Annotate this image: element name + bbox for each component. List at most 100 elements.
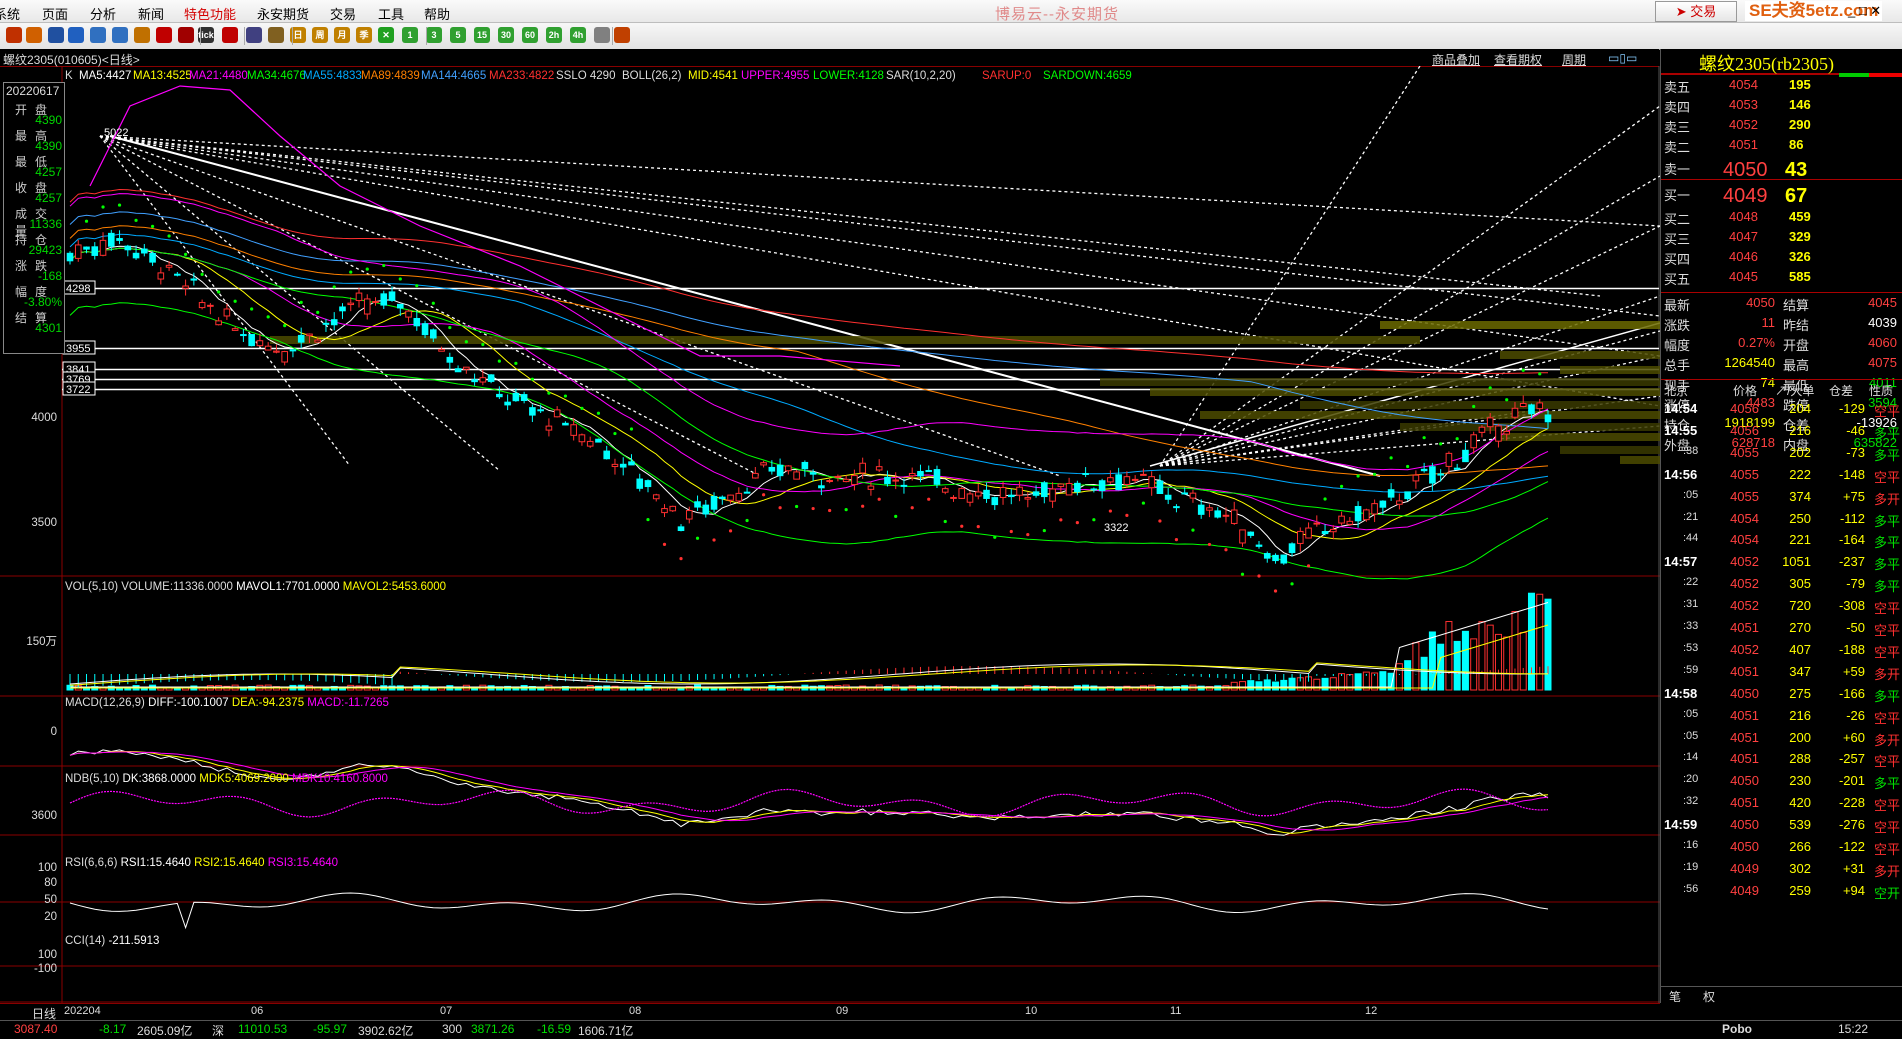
bid-row[interactable]: 买三 4047 329	[1661, 229, 1902, 249]
menu-trade[interactable]: 交易	[330, 4, 356, 23]
tick-row: :32 4051 420 -228 空平	[1661, 795, 1902, 817]
candle-body	[149, 252, 156, 263]
bid-volume: 585	[1789, 269, 1811, 284]
pen-icon[interactable]	[156, 27, 172, 43]
tick-price: 4050	[1730, 773, 1759, 789]
sar-dot	[1059, 518, 1063, 522]
volume-profile-bar	[1560, 366, 1660, 374]
m1-icon[interactable]: 1	[402, 27, 418, 43]
candle-body	[595, 438, 602, 443]
h4-icon[interactable]: 4h	[570, 27, 586, 43]
ask-row[interactable]: 卖三 4052 290	[1661, 117, 1902, 137]
h1-icon[interactable]: 60	[522, 27, 538, 43]
volume-bar	[1230, 681, 1238, 691]
sar-dot	[943, 519, 947, 524]
ask-row[interactable]: 卖五 4054 195	[1661, 77, 1902, 97]
bid-row[interactable]: 买一 4049 67	[1661, 185, 1902, 207]
candle-body	[1173, 506, 1180, 509]
custom-icon[interactable]: ✕	[378, 27, 394, 43]
tick-volume: 275	[1789, 685, 1811, 701]
sar-dot	[844, 508, 848, 512]
stat-value: 0.27%	[1738, 335, 1775, 350]
draw-icon[interactable]	[178, 27, 194, 43]
back-icon[interactable]	[6, 27, 22, 43]
tab-rights[interactable]: 权	[1703, 988, 1715, 1005]
bid-volume: 326	[1789, 249, 1811, 264]
candle-body	[685, 510, 693, 520]
menu-analysis[interactable]: 分析	[90, 4, 116, 23]
lock-icon[interactable]	[594, 27, 610, 43]
menu-system[interactable]: 系统	[0, 4, 20, 23]
zoom-out-icon[interactable]	[112, 27, 128, 43]
price-axis-label: 4000	[31, 412, 57, 424]
table-icon[interactable]	[268, 27, 284, 43]
filter-icon[interactable]	[222, 27, 238, 43]
menu-news[interactable]: 新闻	[138, 4, 164, 23]
status-value: 2605.09亿	[137, 1024, 193, 1038]
ndb-mdk5: MDK5:4069.2000	[199, 773, 289, 785]
trade-button[interactable]: ➤ 交易	[1655, 1, 1737, 22]
time-axis-label: 12	[1365, 1005, 1378, 1017]
m5-icon[interactable]: 5	[450, 27, 466, 43]
month-icon[interactable]: 月	[334, 27, 350, 43]
window-controls[interactable]: _ □ ✕	[1848, 3, 1881, 19]
home-icon[interactable]	[26, 27, 42, 43]
candle-body	[1321, 531, 1329, 535]
sar-dot	[1009, 529, 1013, 534]
tick-volume: 407	[1789, 641, 1811, 657]
stat-label: 开盘	[1783, 338, 1810, 353]
tab-trades[interactable]: 笔	[1669, 988, 1681, 1005]
menu-page[interactable]: 页面	[42, 4, 68, 23]
menu-features[interactable]: 特色功能	[184, 4, 236, 23]
tick-price: 4051	[1730, 663, 1759, 679]
ask-row[interactable]: 卖四 4053 146	[1661, 97, 1902, 117]
season-icon[interactable]: 季	[356, 27, 372, 43]
candle-body	[1536, 402, 1544, 410]
menu-tools[interactable]: 工具	[378, 4, 404, 23]
m15-icon[interactable]: 15	[474, 27, 490, 43]
tick-header-time: 北京	[1664, 384, 1689, 398]
stat-value: 4060	[1868, 335, 1897, 350]
candle-body	[1140, 473, 1147, 476]
candle-body	[628, 461, 635, 466]
macd-label: MACD(12,26,9)	[65, 697, 145, 709]
h2-icon[interactable]: 2h	[546, 27, 562, 43]
bid-row[interactable]: 买五 4045 585	[1661, 269, 1902, 289]
candle-body	[958, 488, 966, 499]
ohlc-row: 最低 4257	[4, 153, 64, 179]
stat-value: 11	[1761, 315, 1776, 330]
week-icon[interactable]: 周	[312, 27, 328, 43]
ohlc-row: 最高 4390	[4, 127, 64, 153]
candle-body	[396, 303, 404, 309]
zoom-in-icon[interactable]	[90, 27, 106, 43]
candle-body	[1296, 530, 1304, 544]
bid-row[interactable]: 买二 4048 459	[1661, 209, 1902, 229]
tick-oi-change: +75	[1842, 488, 1865, 504]
ask-row[interactable]: 卖一 4050 43	[1661, 159, 1902, 187]
layout-icon[interactable]: ▭▯▭	[1608, 51, 1637, 65]
tick-time: :19	[1683, 860, 1699, 873]
search-icon[interactable]	[134, 27, 150, 43]
tick-volume: 221	[1789, 532, 1811, 548]
ask-row[interactable]: 卖二 4051 86	[1661, 137, 1902, 157]
candle-body	[875, 466, 883, 471]
candle-body	[1197, 504, 1205, 515]
bid-row[interactable]: 买四 4046 326	[1661, 249, 1902, 269]
calc-icon[interactable]	[614, 27, 630, 43]
tick-price: 4052	[1730, 576, 1759, 592]
split-icon[interactable]	[246, 27, 262, 43]
candle-body	[983, 489, 990, 499]
m3-icon[interactable]: 3	[426, 27, 442, 43]
candle-body	[1420, 468, 1428, 472]
tick-row: 14:58 4050 275 -166 多平	[1661, 686, 1902, 708]
candle-body	[1107, 477, 1114, 483]
brand-label: Pobo	[1722, 1022, 1752, 1036]
candle-body	[1065, 482, 1073, 496]
grid-icon[interactable]	[48, 27, 64, 43]
menu-help[interactable]: 帮助	[424, 4, 450, 23]
menu-yongan[interactable]: 永安期货	[257, 4, 309, 23]
m30-icon[interactable]: 30	[498, 27, 514, 43]
tick-row: :05 4051 216 -26 空平	[1661, 708, 1902, 730]
candle-body	[1049, 488, 1056, 502]
list-icon[interactable]	[68, 27, 84, 43]
